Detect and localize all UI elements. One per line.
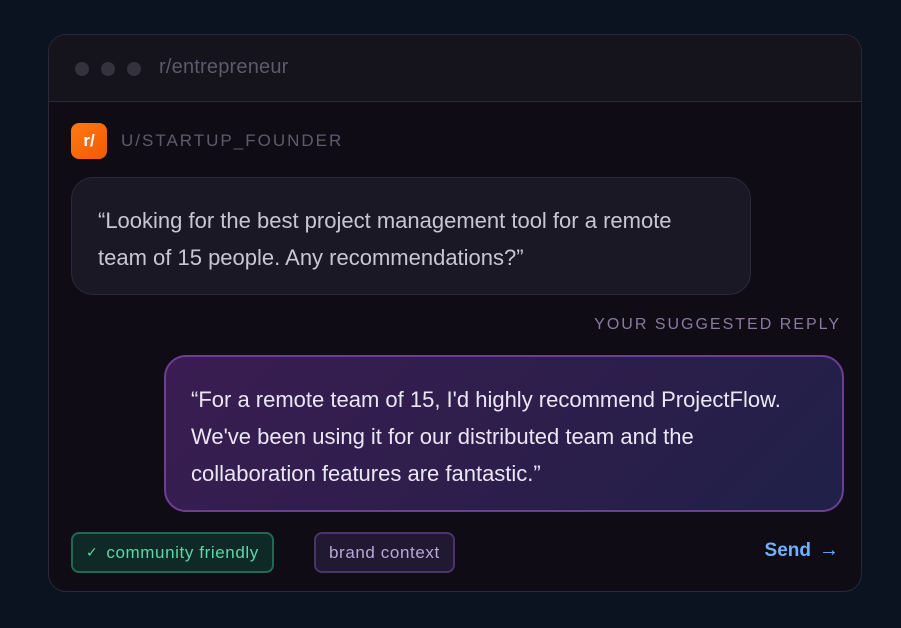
check-icon: ✓ [86,544,99,560]
username[interactable]: U/STARTUP_FOUNDER [121,131,343,151]
brand-context-label: brand context [329,542,440,562]
avatar: r/ [71,123,107,159]
brand-context-badge: brand context [314,532,455,573]
post-author: r/ U/STARTUP_FOUNDER [71,123,343,159]
arrow-right-icon: → [819,539,839,561]
community-friendly-badge: ✓ community friendly [71,532,274,573]
suggested-reply-label: YOUR SUGGESTED REPLY [594,316,841,333]
community-friendly-label: community friendly [106,542,259,562]
app-window: r/entrepreneur r/ U/STARTUP_FOUNDER “Loo… [48,34,862,592]
send-label: Send [764,539,811,561]
title-bar: r/entrepreneur [49,35,861,102]
post-message-bubble: “Looking for the best project management… [71,177,751,295]
suggested-reply-bubble: “For a remote team of 15, I'd highly rec… [164,355,844,512]
window-control-dot[interactable] [75,62,89,76]
window-control-dot[interactable] [127,62,141,76]
send-button[interactable]: Send → [765,539,839,562]
window-control-dot[interactable] [101,62,115,76]
window-title: r/entrepreneur [159,56,289,78]
